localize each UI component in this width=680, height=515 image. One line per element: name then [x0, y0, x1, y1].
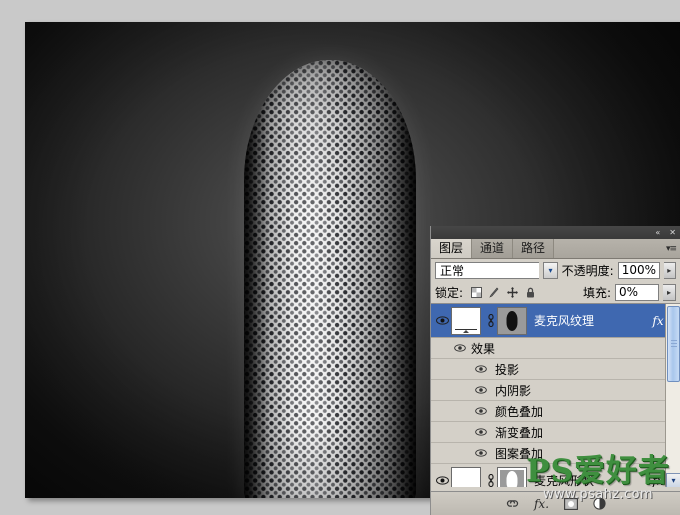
scrollbar-down-arrow-icon[interactable]: ▾: [666, 473, 680, 487]
fill-label: 填充:: [582, 285, 611, 300]
panel-tabs: 图层 通道 路径 ▾≡: [431, 239, 680, 259]
effect-row-color-overlay[interactable]: 颜色叠加: [431, 401, 680, 422]
effect-row-gradient-overlay[interactable]: 渐变叠加: [431, 422, 680, 443]
vector-mask-thumbnail[interactable]: [497, 306, 527, 335]
collapse-panel-icon[interactable]: «: [653, 228, 662, 237]
eye-icon: [475, 386, 487, 394]
opacity-label: 不透明度:: [561, 263, 614, 278]
blend-mode-dropdown-arrow-icon[interactable]: ▾: [543, 261, 558, 279]
effects-group-row[interactable]: 效果: [431, 338, 680, 359]
mask-shape: [506, 310, 518, 331]
link-layers-icon[interactable]: [505, 496, 521, 511]
tab-channels[interactable]: 通道: [472, 239, 514, 258]
eye-icon: [435, 476, 449, 485]
scrollbar-grip-icon: [671, 340, 677, 348]
vector-mask-thumbnail[interactable]: [497, 466, 527, 487]
effect-label: 颜色叠加: [495, 404, 544, 419]
lock-position-icon[interactable]: [507, 286, 519, 298]
lock-image-icon[interactable]: [489, 287, 500, 298]
add-layer-mask-icon[interactable]: [563, 496, 579, 511]
effect-label: 图案叠加: [495, 446, 544, 461]
blend-mode-value: 正常: [440, 263, 465, 278]
effect-label: 投影: [495, 362, 520, 377]
eye-icon: [435, 316, 449, 325]
eye-icon: [475, 407, 487, 415]
effects-group-label: 效果: [471, 341, 496, 356]
layer-thumbnail[interactable]: [451, 306, 481, 335]
layer-visibility-toggle[interactable]: [433, 476, 451, 485]
effect-visibility-toggle[interactable]: [431, 407, 487, 415]
opacity-stepper-icon[interactable]: ▸: [663, 261, 676, 279]
panel-menu-icon[interactable]: ▾≡: [666, 244, 677, 254]
scrollbar-thumb[interactable]: [667, 306, 680, 382]
blend-mode-select[interactable]: 正常: [435, 261, 540, 279]
eye-icon: [475, 365, 487, 373]
new-adjustment-layer-icon[interactable]: [592, 496, 608, 511]
mask-shape: [506, 470, 518, 487]
layer-name-label: 麦克风纹理: [534, 314, 595, 328]
layer-name-label: 麦克风形状: [534, 474, 595, 487]
lock-icon-group: [471, 286, 536, 298]
effect-visibility-toggle[interactable]: [431, 386, 487, 394]
eye-icon: [475, 449, 487, 457]
lock-all-icon[interactable]: [525, 287, 536, 298]
layer-link-indicator[interactable]: [484, 314, 497, 327]
effect-row-inner-shadow[interactable]: 内阴影: [431, 380, 680, 401]
effects-visibility-toggle[interactable]: [431, 344, 471, 352]
link-icon: [487, 314, 494, 327]
chain-link-icon: [506, 500, 519, 507]
half-filled-circle-icon: [593, 497, 606, 510]
effect-visibility-toggle[interactable]: [431, 428, 487, 436]
add-layer-style-icon[interactable]: fx.: [534, 496, 550, 511]
effect-label: 内阴影: [495, 383, 532, 398]
close-panel-icon[interactable]: ✕: [667, 228, 678, 237]
panel-titlebar: « ✕: [431, 226, 680, 239]
effect-visibility-toggle[interactable]: [431, 449, 487, 457]
lock-label: 锁定:: [435, 285, 464, 300]
layer-list-scrollbar[interactable]: ▾: [665, 304, 680, 487]
layer-thumbnail[interactable]: [451, 466, 481, 487]
fill-input[interactable]: 0%: [615, 283, 659, 301]
lock-transparency-icon[interactable]: [471, 286, 483, 298]
layer-row-microphone-shape[interactable]: 麦克风形状 fx ▴: [431, 464, 680, 487]
mask-rect-icon: [563, 497, 578, 510]
layers-panel-toolbar: fx.: [431, 491, 680, 515]
layer-link-indicator[interactable]: [484, 474, 497, 487]
effect-visibility-toggle[interactable]: [431, 365, 487, 373]
link-icon: [487, 474, 494, 487]
eye-icon: [454, 344, 466, 352]
screen-root: « ✕ 图层 通道 路径 ▾≡ 正常 ▾ 不透明度: 100% ▸ 锁定: 填充…: [0, 0, 680, 515]
eye-icon: [475, 428, 487, 436]
effect-row-pattern-overlay[interactable]: 图案叠加: [431, 443, 680, 464]
opacity-input[interactable]: 100%: [617, 261, 660, 279]
tab-paths[interactable]: 路径: [513, 239, 555, 258]
effect-label: 渐变叠加: [495, 425, 544, 440]
layer-visibility-toggle[interactable]: [433, 316, 451, 325]
layers-panel[interactable]: « ✕ 图层 通道 路径 ▾≡ 正常 ▾ 不透明度: 100% ▸ 锁定: 填充…: [430, 226, 680, 515]
lock-row: 锁定: 填充: 0% ▸: [431, 281, 680, 303]
tab-layers[interactable]: 图层: [431, 239, 473, 258]
blend-mode-row: 正常 ▾ 不透明度: 100% ▸: [431, 259, 680, 281]
layer-list[interactable]: 麦克风纹理 fx ▴ 效果: [431, 303, 680, 487]
fill-stepper-icon[interactable]: ▸: [663, 283, 676, 301]
effect-row-drop-shadow[interactable]: 投影: [431, 359, 680, 380]
layer-row-microphone-texture[interactable]: 麦克风纹理 fx ▴: [431, 304, 680, 338]
